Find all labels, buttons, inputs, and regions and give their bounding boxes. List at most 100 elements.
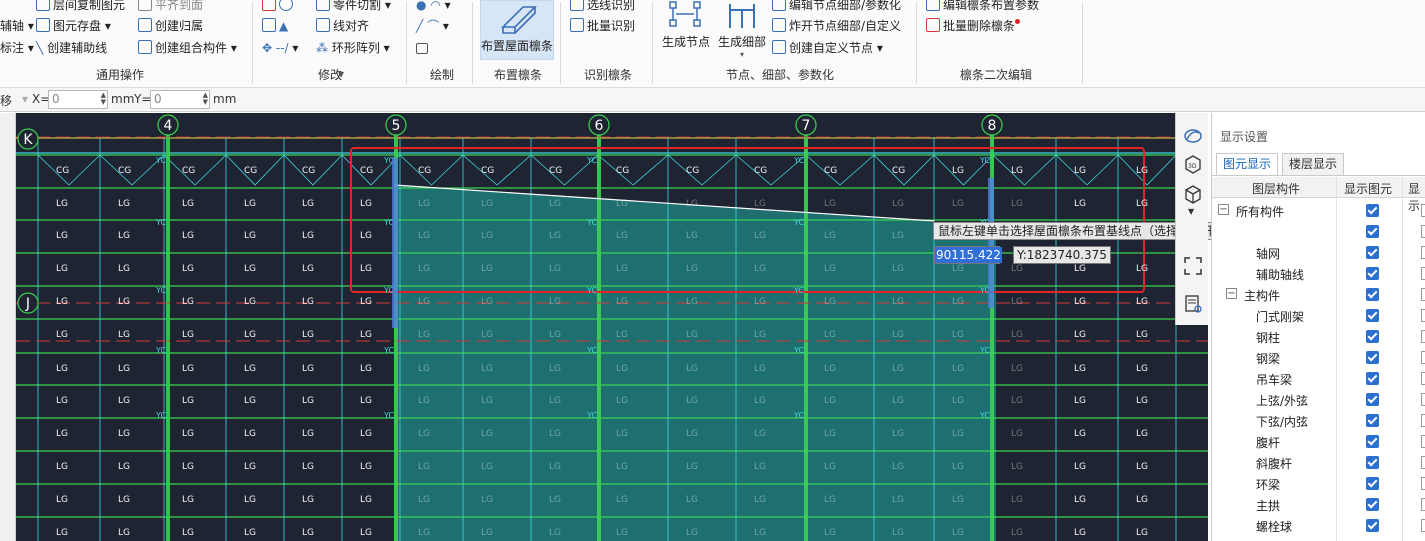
y-offset-input[interactable]: 0 ▲ ▼ [150, 90, 210, 109]
line-align-button[interactable]: 线对齐 [316, 18, 369, 34]
layer-row[interactable]: 钢梁 [1212, 347, 1425, 368]
align-to-face-button[interactable]: 平齐到面 [138, 0, 203, 13]
tab-element-display[interactable]: 图元显示 [1216, 153, 1279, 175]
show-checkbox[interactable] [1421, 393, 1425, 406]
draw-line-tool[interactable]: ╱ ⌒ ▾ [416, 18, 449, 34]
modify-tool-row2[interactable]: ▲ [262, 18, 288, 34]
layer-row[interactable]: 辅助轴线 [1212, 263, 1425, 284]
show-checkbox[interactable] [1421, 246, 1425, 259]
edit-purlin-param-button[interactable]: 编辑檩条布置参数 [926, 0, 1039, 13]
layer-row[interactable]: 下弦/内弦 [1212, 410, 1425, 431]
layer-row[interactable]: 钢柱 [1212, 326, 1425, 347]
layer-row[interactable]: 上弦/外弦 [1212, 389, 1425, 410]
member-label: LG [754, 495, 766, 505]
show-element-checkbox[interactable] [1366, 309, 1379, 322]
generate-node-button[interactable]: 生成节点 [660, 0, 712, 50]
show-element-checkbox[interactable] [1366, 477, 1379, 490]
explode-node-button[interactable]: 炸开节点细部/自定义 [772, 18, 901, 34]
tree-collapse-icon[interactable]: − [1218, 204, 1229, 215]
show-element-checkbox[interactable] [1366, 393, 1379, 406]
show-element-checkbox[interactable] [1366, 519, 1379, 532]
copy-between-floors-button[interactable]: 层间复制图元 [36, 0, 125, 13]
arrange-roof-purlin-button[interactable]: 布置屋面檩条 [480, 0, 554, 60]
create-custom-node-button[interactable]: 创建自定义节点 ▾ [772, 40, 883, 56]
show-element-checkbox[interactable] [1366, 498, 1379, 511]
member-label: LG [182, 364, 194, 374]
y-spinner-icon[interactable]: ▲ ▼ [203, 92, 208, 106]
batch-recognize-button[interactable]: 批量识别 [570, 18, 635, 34]
layer-row[interactable]: 轴网 [1212, 242, 1425, 263]
ring-array-button[interactable]: ⁂ 环形阵列 ▾ [316, 40, 390, 56]
show-element-checkbox[interactable] [1366, 267, 1379, 280]
drawing-canvas[interactable]: CG CG CG CG CG CG CG CG CG CG CG CG CG CG LG LG LG LG LG LG… [16, 113, 1208, 541]
orbit-view-icon[interactable] [1182, 125, 1204, 147]
layer-row[interactable]: 主拱 [1212, 494, 1425, 515]
edit-node-detail-button[interactable]: 编辑节点细部/参数化 [772, 0, 901, 13]
x-offset-input[interactable]: 0 ▲ ▼ [48, 90, 108, 109]
show-checkbox[interactable] [1421, 204, 1425, 217]
layer-row[interactable]: 斜腹杆 [1212, 452, 1425, 473]
show-checkbox[interactable] [1421, 309, 1425, 322]
modify-dropdown-icon[interactable]: ▾ [338, 66, 344, 82]
cad-drawing[interactable]: CG CG CG CG CG CG CG CG CG CG CG CG CG CG LG LG LG LG LG LG… [16, 113, 1208, 541]
3d-view-icon[interactable]: 3D [1182, 153, 1204, 175]
layer-view-icon[interactable] [1182, 293, 1204, 315]
tree-collapse-icon[interactable]: − [1226, 288, 1237, 299]
show-checkbox[interactable] [1421, 330, 1425, 343]
ribbon-annotation[interactable]: 标注 ▾ [0, 40, 34, 56]
box-view-icon[interactable] [1182, 183, 1204, 205]
show-element-checkbox[interactable] [1366, 225, 1379, 238]
show-element-checkbox[interactable] [1366, 351, 1379, 364]
layer-row[interactable]: 螺栓球 [1212, 515, 1425, 536]
part-cut-button[interactable]: 零件切割 ▾ [316, 0, 391, 13]
member-label: LG [686, 396, 698, 406]
detail-dropdown-icon[interactable]: ▾ [716, 50, 768, 59]
layer-row[interactable]: 吊车梁 [1212, 368, 1425, 389]
show-element-checkbox[interactable] [1366, 414, 1379, 427]
tab-floor-display[interactable]: 楼层显示 [1282, 153, 1345, 175]
layer-row[interactable]: 环梁 [1212, 473, 1425, 494]
modify-tool-row1[interactable] [262, 0, 296, 13]
save-element-button[interactable]: 图元存盘 ▾ [36, 18, 111, 34]
ribbon-aux-axis[interactable]: 辅轴 ▾ [0, 18, 34, 34]
create-combo-member-button[interactable]: 创建组合构件 ▾ [138, 40, 237, 56]
show-checkbox[interactable] [1421, 225, 1425, 238]
create-ownership-button[interactable]: 创建归属 [138, 18, 203, 34]
show-checkbox[interactable] [1421, 288, 1425, 301]
show-checkbox[interactable] [1421, 372, 1425, 385]
select-line-recognize-button[interactable]: 选线识别 [570, 0, 635, 13]
draw-rect-tool[interactable] [416, 40, 431, 56]
show-element-checkbox[interactable] [1366, 372, 1379, 385]
show-checkbox[interactable] [1421, 498, 1425, 511]
x-coordinate-input[interactable]: 90115.422 [934, 246, 1002, 264]
draw-point-tool[interactable]: ● ◠ ▾ [416, 0, 451, 13]
show-checkbox[interactable] [1421, 519, 1425, 532]
show-element-checkbox[interactable] [1366, 246, 1379, 259]
panel-title: 显示设置 [1220, 130, 1269, 144]
create-aux-line-button[interactable]: ╲ 创建辅助线 [36, 40, 107, 56]
show-checkbox[interactable] [1421, 435, 1425, 448]
show-checkbox[interactable] [1421, 456, 1425, 469]
fit-view-icon[interactable] [1182, 255, 1204, 277]
modify-tool-row3[interactable]: ✥ --/ ▾ [262, 40, 298, 56]
member-label: LG [118, 297, 130, 307]
show-checkbox[interactable] [1421, 351, 1425, 364]
show-element-checkbox[interactable] [1366, 288, 1379, 301]
layer-row[interactable]: 腹杆 [1212, 431, 1425, 452]
show-element-checkbox[interactable] [1366, 330, 1379, 343]
show-element-checkbox[interactable] [1366, 456, 1379, 469]
show-checkbox[interactable] [1421, 477, 1425, 490]
show-element-checkbox[interactable] [1366, 204, 1379, 217]
layer-row[interactable]: − 主构件 [1212, 284, 1425, 305]
layer-row[interactable]: 门式刚架 [1212, 305, 1425, 326]
batch-delete-purlin-button[interactable]: 批量删除檩条 [926, 18, 1021, 34]
view-dropdown-icon[interactable]: ▼ [1188, 207, 1194, 216]
show-element-checkbox[interactable] [1366, 435, 1379, 448]
layer-row[interactable] [1212, 221, 1425, 242]
generate-detail-button[interactable]: 生成细部 ▾ [716, 0, 768, 59]
show-checkbox[interactable] [1421, 267, 1425, 280]
x-spinner-icon[interactable]: ▲ ▼ [101, 92, 106, 106]
show-checkbox[interactable] [1421, 414, 1425, 427]
member-label: LG [952, 297, 964, 307]
layer-row[interactable]: − 所有构件 [1212, 200, 1425, 221]
